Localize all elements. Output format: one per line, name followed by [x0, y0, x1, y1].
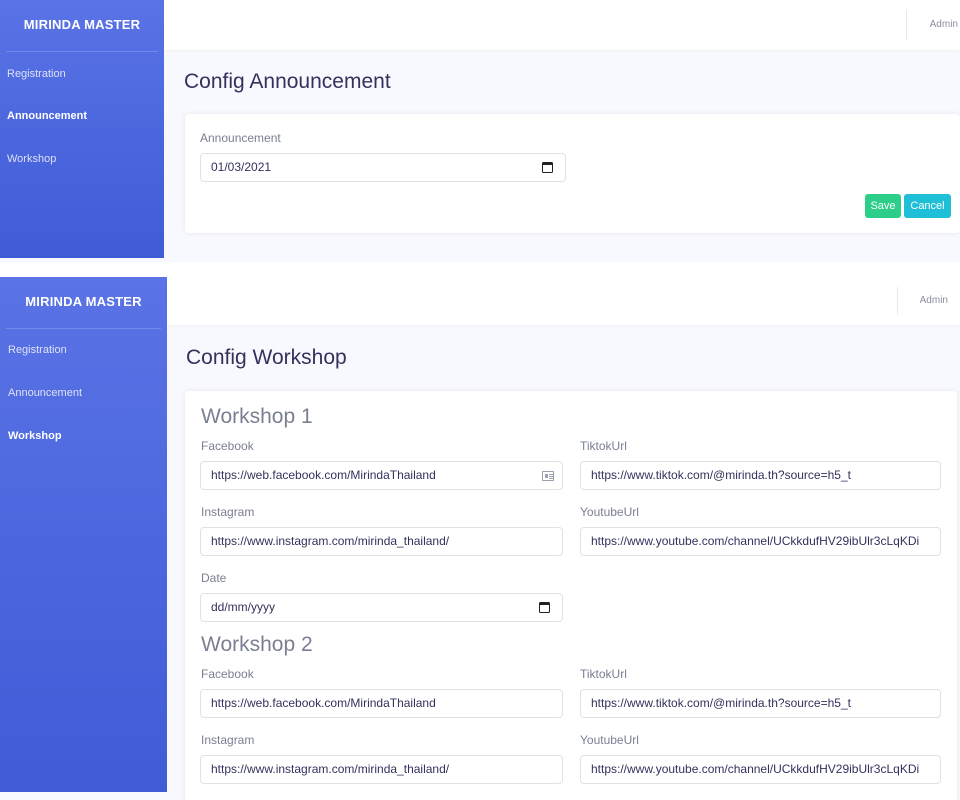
sidebar-item-workshop[interactable]: Workshop	[8, 430, 62, 442]
brand-logo[interactable]: MIRINDA MASTER	[0, 17, 164, 32]
sidebar: MIRINDA MASTER Registration Announcement…	[0, 0, 164, 258]
workshop-1-youtube-value: https://www.youtube.com/channel/UCkkdufH…	[591, 534, 920, 548]
workshop-1-facebook-input[interactable]: https://web.facebook.com/MirindaThailand	[200, 461, 563, 490]
workshop-1-facebook-label: Facebook	[201, 439, 254, 453]
workshop-1-instagram-input[interactable]: https://www.instagram.com/mirinda_thaila…	[200, 527, 563, 556]
workshop-2-facebook-label: Facebook	[201, 667, 254, 681]
workshop-1-facebook-value: https://web.facebook.com/MirindaThailand	[211, 468, 436, 482]
announcement-date-input[interactable]: 01/03/2021	[200, 153, 566, 182]
user-menu[interactable]: Admin	[930, 19, 958, 30]
announcement-date-value: 01/03/2021	[211, 160, 272, 174]
top-navbar: Admin	[167, 277, 960, 325]
workshop-2-youtube-value: https://www.youtube.com/channel/UCkkdufH…	[591, 762, 920, 776]
workshop-2-tiktok-input[interactable]: https://www.tiktok.com/@mirinda.th?sourc…	[580, 689, 941, 718]
top-navbar: Admin	[164, 0, 960, 50]
announcement-card: Announcement 01/03/2021 Save Cancel	[185, 114, 960, 233]
sidebar-item-announcement[interactable]: Announcement	[8, 387, 82, 399]
workshop-1-youtube-input[interactable]: https://www.youtube.com/channel/UCkkdufH…	[580, 527, 941, 556]
announcement-screen: MIRINDA MASTER Registration Announcement…	[0, 0, 960, 262]
workshop-1-tiktok-value: https://www.tiktok.com/@mirinda.th?sourc…	[591, 468, 851, 482]
sidebar-item-registration[interactable]: Registration	[7, 68, 66, 80]
brand-divider	[6, 51, 158, 52]
workshop-1-instagram-value: https://www.instagram.com/mirinda_thaila…	[211, 534, 450, 548]
workshop-1-instagram-label: Instagram	[201, 505, 255, 519]
workshop-1-youtube-label: YoutubeUrl	[580, 505, 639, 519]
save-button[interactable]: Save	[865, 194, 901, 218]
contact-card-icon	[542, 471, 554, 481]
workshop-2-heading: Workshop 2	[201, 633, 313, 656]
workshop-2-instagram-input[interactable]: https://www.instagram.com/mirinda_thaila…	[200, 755, 563, 784]
workshop-2-facebook-value: https://web.facebook.com/MirindaThailand	[211, 696, 436, 710]
announcement-label: Announcement	[200, 131, 281, 145]
workshop-1-date-placeholder: dd/mm/yyyy	[211, 600, 276, 614]
workshop-screen: MIRINDA MASTER Registration Announcement…	[0, 277, 960, 800]
workshop-2-youtube-label: YoutubeUrl	[580, 733, 639, 747]
sidebar-item-workshop[interactable]: Workshop	[7, 153, 56, 165]
page-title: Config Announcement	[184, 70, 391, 93]
workshop-2-facebook-input[interactable]: https://web.facebook.com/MirindaThailand	[200, 689, 563, 718]
brand-divider	[6, 328, 161, 329]
brand-logo[interactable]: MIRINDA MASTER	[0, 294, 167, 309]
workshop-card: Workshop 1 Facebook https://web.facebook…	[185, 391, 957, 800]
cancel-button[interactable]: Cancel	[904, 194, 951, 218]
workshop-2-tiktok-label: TiktokUrl	[580, 667, 627, 681]
page-title: Config Workshop	[186, 346, 347, 369]
workshop-1-tiktok-label: TiktokUrl	[580, 439, 627, 453]
user-menu[interactable]: Admin	[920, 295, 948, 306]
workshop-1-heading: Workshop 1	[201, 405, 313, 428]
calendar-icon[interactable]	[542, 162, 553, 173]
workshop-1-date-input[interactable]: dd/mm/yyyy	[200, 593, 563, 622]
workshop-1-date-label: Date	[201, 571, 227, 585]
workshop-2-instagram-label: Instagram	[201, 733, 255, 747]
sidebar: MIRINDA MASTER Registration Announcement…	[0, 277, 167, 792]
workshop-2-instagram-value: https://www.instagram.com/mirinda_thaila…	[211, 762, 450, 776]
navbar-divider	[906, 10, 907, 40]
calendar-icon[interactable]	[539, 602, 550, 613]
workshop-2-youtube-input[interactable]: https://www.youtube.com/channel/UCkkdufH…	[580, 755, 941, 784]
navbar-divider	[897, 287, 898, 315]
workshop-1-tiktok-input[interactable]: https://www.tiktok.com/@mirinda.th?sourc…	[580, 461, 941, 490]
sidebar-item-registration[interactable]: Registration	[8, 344, 67, 356]
workshop-2-tiktok-value: https://www.tiktok.com/@mirinda.th?sourc…	[591, 696, 851, 710]
sidebar-item-announcement[interactable]: Announcement	[7, 110, 87, 122]
